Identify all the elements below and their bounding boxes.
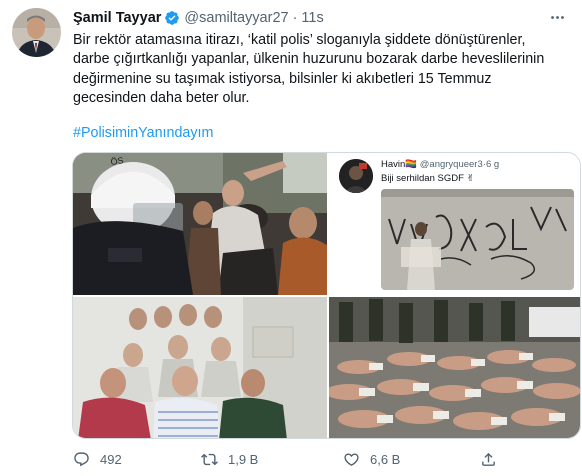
more-options-icon[interactable] (546, 8, 568, 26)
tweet-timestamp[interactable]: 11s (301, 10, 323, 26)
author-display-name[interactable]: Şamil Tayyar (73, 10, 161, 26)
quoted-photo-graffiti-wall (381, 189, 574, 290)
retweet-count: 1,9 B (228, 452, 259, 467)
share-icon (482, 452, 495, 466)
quoted-avatar (339, 159, 373, 193)
media-quoted-tweet-screenshot[interactable]: Havin🏳️‍🌈 @angryqueer3·6 g Biji serhilda… (329, 153, 580, 295)
avatar-image (12, 8, 61, 57)
like-count: 6,6 B (370, 452, 401, 467)
like-button[interactable]: 6,6 B (343, 451, 400, 468)
tweet-header: Şamil Tayyar @samiltayyar27 · 11s (73, 9, 324, 27)
retweet-icon (201, 453, 218, 466)
reply-count: 492 (100, 452, 122, 467)
quoted-tweet: Havin🏳️‍🌈 @angryqueer3·6 g Biji serhilda… (329, 153, 580, 295)
quoted-header: Havin🏳️‍🌈 @angryqueer3·6 g (381, 159, 499, 170)
share-button[interactable] (480, 451, 507, 468)
hashtag-link[interactable]: #PolisiminYanındayım (73, 125, 213, 141)
quoted-time: 6 g (485, 159, 500, 170)
tweet-text-line: gecesinden daha beter olur. (73, 90, 250, 107)
tweet-text-line: darbe çığırtkanlığı yapanlar, ülkenin hu… (73, 51, 545, 68)
media-photo-detained-men[interactable] (73, 297, 327, 438)
heart-icon (344, 453, 359, 466)
media-grid: ÖS Havin🏳️‍🌈 @angryqueer3·6 g (72, 152, 581, 439)
quoted-handle: @angryqueer3 (419, 159, 483, 170)
reply-button[interactable]: 492 (73, 451, 122, 468)
tweet-text: Bir rektör atamasına itirazı, ‘katil pol… (73, 31, 573, 109)
reply-icon (74, 452, 89, 467)
quoted-display-name: Havin🏳️‍🌈 (381, 159, 418, 170)
author-avatar[interactable] (12, 8, 61, 57)
retweet-button[interactable]: 1,9 B (201, 451, 258, 468)
verified-badge-icon (164, 10, 180, 26)
tweet-text-line: değirmenine su taşımak istiyorsa, bilsin… (73, 70, 492, 87)
tweet-actions: 492 1,9 B 6,6 B (73, 451, 495, 471)
media-photo-police-protest[interactable]: ÖS (73, 153, 327, 295)
separator-dot: · (292, 10, 298, 26)
quoted-text: Biji serhildan SGDF ✌ (381, 173, 475, 184)
author-handle[interactable]: @samiltayyar27 (184, 10, 288, 26)
tweet[interactable]: Şamil Tayyar @samiltayyar27 · 11s Bir re… (0, 0, 582, 476)
media-photo-detained-on-ground[interactable] (329, 297, 580, 438)
tweet-text-line: Bir rektör atamasına itirazı, ‘katil pol… (73, 32, 526, 48)
svg-text:ÖS: ÖS (110, 155, 124, 167)
